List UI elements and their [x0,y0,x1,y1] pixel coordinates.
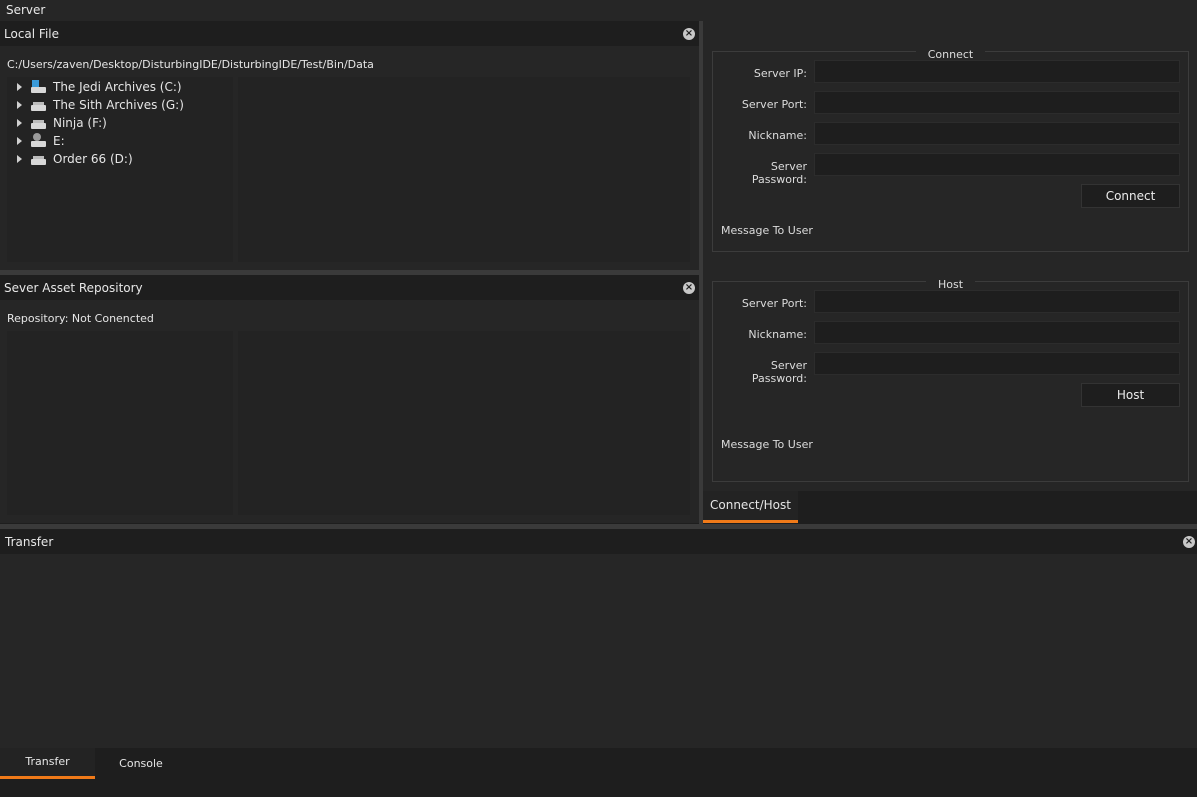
bottom-tabbar: Transfer Console [0,748,1197,797]
connect-button[interactable]: Connect [1081,184,1180,208]
user-drive-icon [31,132,46,147]
server-port-label: Server Port: [741,98,807,111]
drive-label: E: [53,134,65,148]
splitter-bottom[interactable] [0,524,1197,529]
drive-label: The Sith Archives (G:) [53,98,184,112]
local-file-tree[interactable]: The Jedi Archives (C:) The Sith Archives… [7,77,233,262]
tree-item-drive-d[interactable]: Order 66 (D:) [7,150,133,168]
nickname-label: Nickname: [748,129,807,142]
repository-panel: Sever Asset Repository × Repository: Not… [0,276,699,523]
close-repository-icon[interactable]: × [683,282,695,294]
drive-icon [31,100,46,111]
connect-host-panel: Connect Server IP: Server Port: Nickname… [703,21,1197,524]
right-tabbar: Connect/Host [703,491,1197,524]
host-password-input[interactable] [814,352,1180,375]
connect-message: Message To User [721,224,813,237]
host-password-label: Server Password: [751,359,807,385]
local-file-path: C:/Users/zaven/Desktop/DisturbingIDE/Dis… [7,58,374,71]
local-file-panel: Local File × C:/Users/zaven/Desktop/Dist… [0,22,699,270]
repository-status: Repository: Not Conencted [7,312,154,325]
server-password-input[interactable] [814,153,1180,176]
repository-header: Sever Asset Repository × [0,276,699,300]
expand-arrow-icon[interactable] [17,119,22,127]
repository-tree[interactable] [7,331,233,515]
host-group: Host Server Port: Nickname: Server Passw… [712,278,1189,482]
server-port-input[interactable] [814,91,1180,114]
tree-item-drive-c[interactable]: The Jedi Archives (C:) [7,78,182,96]
host-server-port-input[interactable] [814,290,1180,313]
tree-item-drive-f[interactable]: Ninja (F:) [7,114,107,132]
repository-title: Sever Asset Repository [4,281,143,295]
expand-arrow-icon[interactable] [17,137,22,145]
local-file-header: Local File × [0,22,699,46]
server-ip-input[interactable] [814,60,1180,83]
transfer-header: Transfer × [0,530,1197,554]
tab-console[interactable]: Console [95,748,187,779]
drive-icon [31,154,46,165]
tab-transfer[interactable]: Transfer [0,748,95,779]
windows-drive-icon [31,79,46,93]
tree-item-drive-e[interactable]: E: [7,132,65,150]
close-local-file-icon[interactable]: × [683,28,695,40]
repository-list[interactable] [238,331,690,515]
expand-arrow-icon[interactable] [17,83,22,91]
local-file-title: Local File [4,27,59,41]
drive-icon [31,118,46,129]
connect-group: Connect Server IP: Server Port: Nickname… [712,48,1189,252]
server-ip-label: Server IP: [753,67,807,80]
server-password-label: Server Password: [751,160,807,186]
expand-arrow-icon[interactable] [17,155,22,163]
nickname-input[interactable] [814,122,1180,145]
expand-arrow-icon[interactable] [17,101,22,109]
host-nickname-input[interactable] [814,321,1180,344]
transfer-panel: Transfer × [0,530,1197,748]
drive-label: The Jedi Archives (C:) [53,80,182,94]
tree-item-drive-g[interactable]: The Sith Archives (G:) [7,96,184,114]
host-message: Message To User [721,438,813,451]
window-title: Server [0,0,1197,21]
host-button[interactable]: Host [1081,383,1180,407]
splitter-horizontal[interactable] [0,270,699,275]
tab-connect-host[interactable]: Connect/Host [703,491,798,523]
host-nickname-label: Nickname: [748,328,807,341]
drive-label: Ninja (F:) [53,116,107,130]
local-file-list[interactable] [238,77,690,262]
close-transfer-icon[interactable]: × [1183,536,1195,548]
drive-label: Order 66 (D:) [53,152,133,166]
host-server-port-label: Server Port: [741,297,807,310]
transfer-title: Transfer [5,535,54,549]
